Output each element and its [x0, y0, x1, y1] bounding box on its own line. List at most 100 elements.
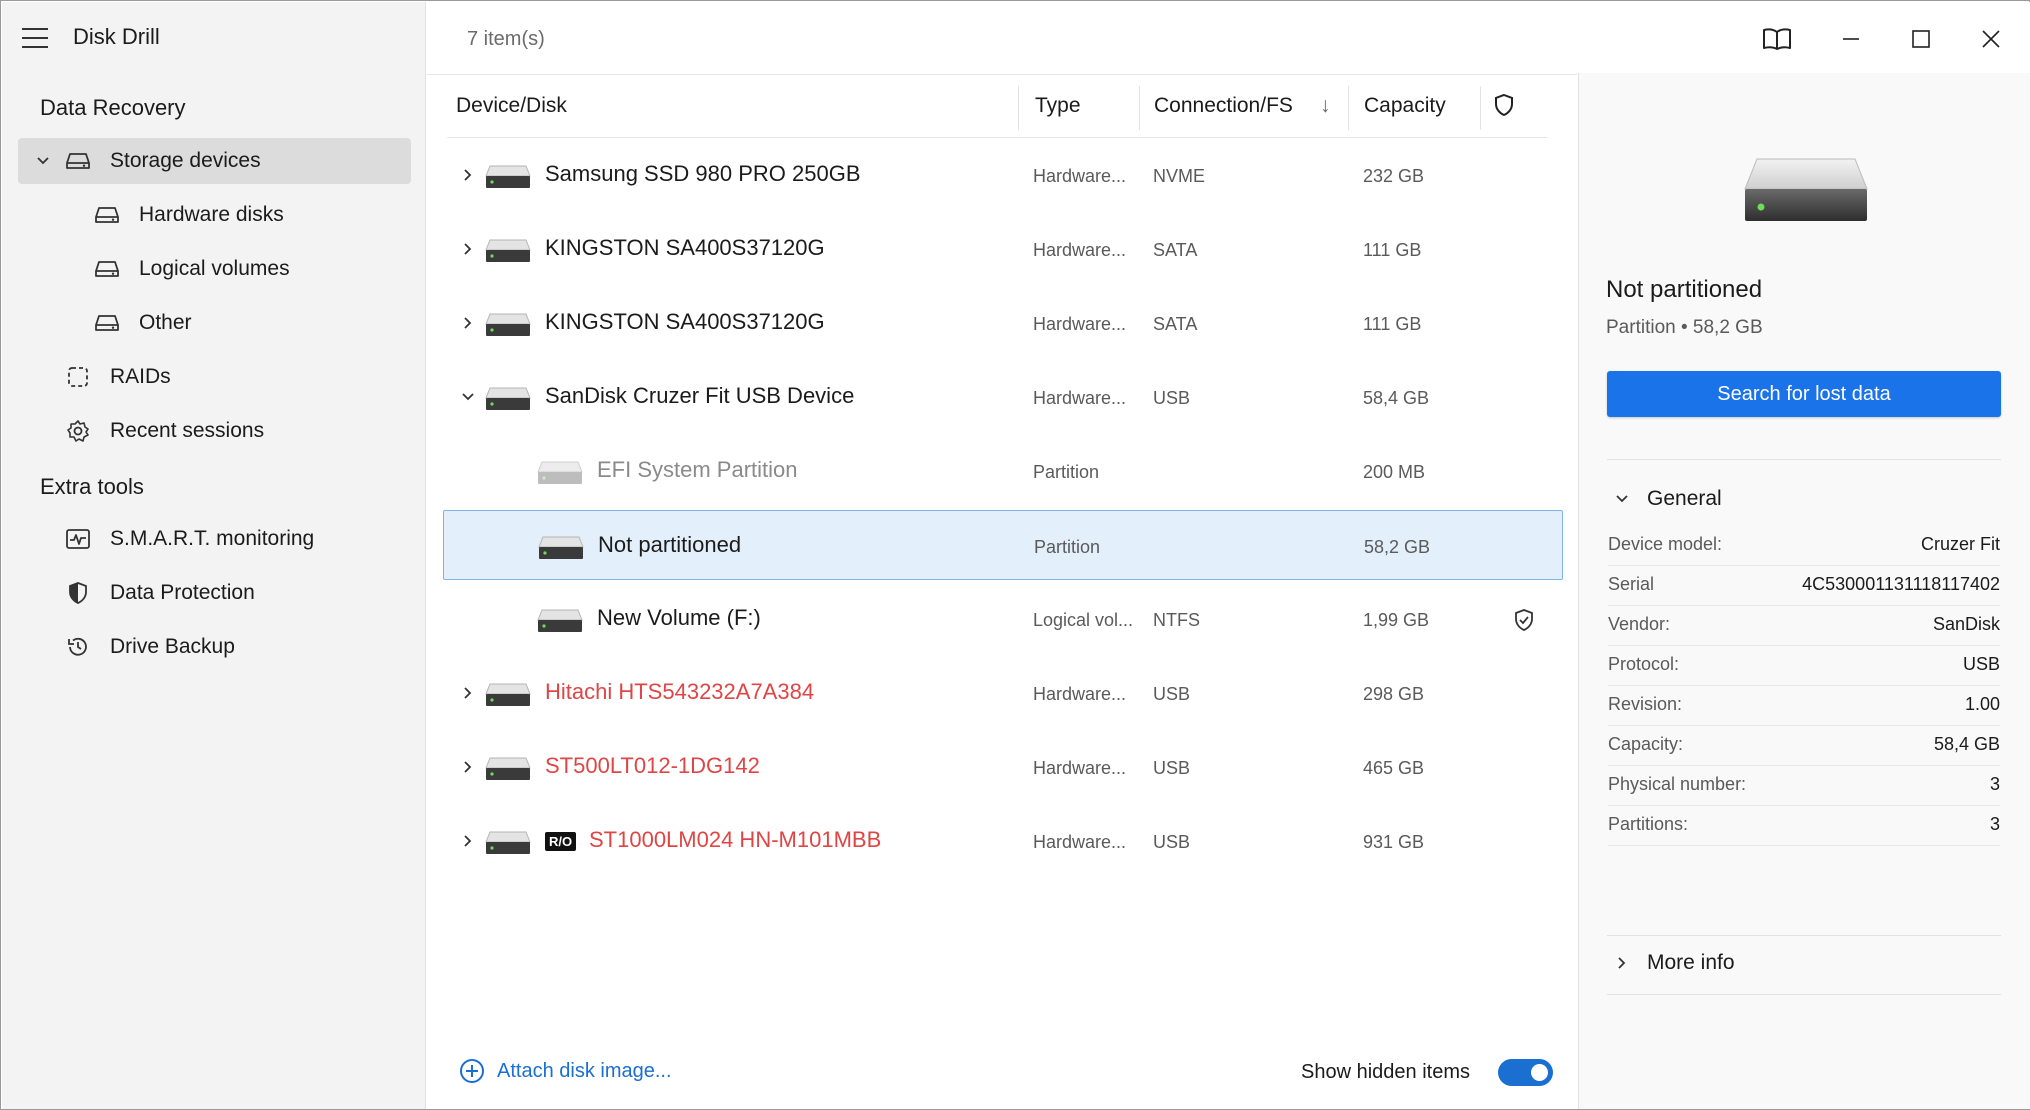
property-row: Revision: 1.00 [1608, 686, 2000, 726]
title-bar-controls [1578, 2, 2030, 73]
device-type: Partition [1033, 462, 1100, 482]
shield-check-icon [1513, 608, 1535, 637]
device-name: SanDisk Cruzer Fit USB Device [545, 383, 855, 408]
device-capacity: 465 GB [1363, 758, 1425, 778]
chevron-down-icon[interactable] [36, 154, 50, 168]
gear-icon [64, 417, 92, 445]
chevron-right-icon[interactable] [461, 686, 475, 700]
sidebar-item-smart-monitoring[interactable]: S.M.A.R.T. monitoring [18, 516, 411, 562]
drive-icon [93, 255, 121, 283]
column-header-device[interactable]: Device/Disk [456, 94, 567, 118]
drive-icon [485, 164, 531, 190]
property-value: 1.00 [1964, 694, 2000, 714]
chevron-down-icon[interactable] [461, 390, 475, 404]
device-type: Hardware... [1033, 240, 1127, 260]
divider [1607, 935, 2001, 936]
device-connection: NVME [1153, 166, 1206, 186]
book-icon[interactable] [1762, 24, 1792, 54]
chevron-right-icon[interactable] [461, 834, 475, 848]
sidebar-item-data-protection[interactable]: Data Protection [18, 570, 411, 616]
sidebar-item-recent-sessions[interactable]: Recent sessions [18, 408, 411, 454]
device-name: Samsung SSD 980 PRO 250GB [545, 161, 861, 186]
column-separator[interactable] [1018, 86, 1019, 130]
chevron-right-icon[interactable] [461, 168, 475, 182]
property-key: Capacity: [1608, 734, 1684, 754]
device-type: Hardware... [1033, 166, 1127, 186]
disk-image-icon [1743, 155, 1869, 225]
column-header-protection-shield-icon[interactable] [1493, 93, 1515, 122]
property-row: Device model: Cruzer Fit [1608, 526, 2000, 566]
sidebar-item-label: Recent sessions [110, 419, 265, 442]
table-row[interactable]: Samsung SSD 980 PRO 250GB Hardware... NVME… [443, 140, 1563, 210]
table-row[interactable]: KINGSTON SA400S37120G Hardware... SATA 111 … [443, 288, 1563, 358]
items-count: 7 item(s) [467, 28, 545, 50]
section-title-extra-tools: Extra tools [40, 474, 144, 499]
property-row: Vendor: SanDisk [1608, 606, 2000, 646]
sidebar-item-logical-volumes[interactable]: Logical volumes [18, 246, 411, 292]
device-type: Hardware... [1033, 388, 1127, 408]
chevron-right-icon[interactable] [461, 760, 475, 774]
chevron-right-icon[interactable] [461, 242, 475, 256]
drive-icon [64, 147, 92, 175]
device-name: KINGSTON SA400S37120G [545, 235, 825, 260]
device-connection: USB [1153, 388, 1191, 408]
device-capacity: 931 GB [1363, 832, 1425, 852]
column-separator[interactable] [1480, 86, 1481, 130]
table-row[interactable]: SanDisk Cruzer Fit USB Device Hardware...… [443, 362, 1563, 432]
device-name: ST500LT012-1DG142 [545, 753, 760, 778]
sidebar-item-label: RAIDs [110, 365, 171, 388]
column-header-type[interactable]: Type [1035, 94, 1081, 118]
drive-icon [485, 830, 531, 856]
device-capacity: 58,4 GB [1363, 388, 1430, 408]
general-section-toggle[interactable]: General [1615, 487, 1722, 511]
device-name: New Volume (F:) [597, 605, 761, 630]
column-separator[interactable] [1348, 86, 1349, 130]
sidebar-item-drive-backup[interactable]: Drive Backup [18, 624, 411, 670]
selected-item-subtitle: Partition • 58,2 GB [1606, 317, 1763, 338]
device-capacity: 232 GB [1363, 166, 1425, 186]
column-separator[interactable] [1139, 86, 1140, 130]
attach-disk-image-link[interactable]: Attach disk image... [459, 1058, 672, 1084]
table-row[interactable]: KINGSTON SA400S37120G Hardware... SATA 111 … [443, 214, 1563, 284]
property-value: USB [1962, 654, 2000, 674]
property-key: Revision: [1608, 694, 1683, 714]
sidebar-item-storage-devices[interactable]: Storage devices [18, 138, 411, 184]
table-row[interactable]: New Volume (F:) Logical vol... NTFS 1,99 GB [443, 584, 1563, 654]
sidebar-item-raids[interactable]: RAIDs [18, 354, 411, 400]
device-name: ST1000LM024 HN-M101MBB [589, 827, 882, 852]
table-row[interactable]: Not partitioned Partition 58,2 GB [443, 510, 1563, 580]
drive-icon [93, 201, 121, 229]
sidebar-item-hardware-disks[interactable]: Hardware disks [18, 192, 411, 238]
column-header-capacity[interactable]: Capacity [1364, 94, 1446, 118]
table-row[interactable]: ST500LT012-1DG142 Hardware... USB 465 GB [443, 732, 1563, 802]
property-value: 58,4 GB [1933, 734, 2000, 754]
sort-arrow-icon[interactable]: ↓ [1320, 94, 1331, 118]
property-row: Physical number: 3 [1608, 766, 2000, 806]
table-row[interactable]: R/O ST1000LM024 HN-M101MBB Hardware... USB 9… [443, 806, 1563, 876]
table-row[interactable]: EFI System Partition Partition 200 MB [443, 436, 1563, 506]
device-connection: SATA [1153, 314, 1198, 334]
property-value: SanDisk [1932, 614, 2000, 634]
drive-icon [485, 682, 531, 708]
search-for-lost-data-button[interactable]: Search for lost data [1607, 371, 2001, 417]
close-icon[interactable] [1976, 24, 2006, 54]
drive-icon [537, 460, 583, 486]
plus-circle-icon [460, 1059, 484, 1083]
more-info-toggle[interactable]: More info [1615, 951, 1735, 975]
device-capacity: 58,2 GB [1364, 537, 1431, 557]
device-type: Hardware... [1033, 832, 1127, 852]
minimize-icon[interactable] [1836, 24, 1866, 54]
chevron-right-icon[interactable] [461, 316, 475, 330]
sidebar-item-label: Storage devices [110, 149, 261, 172]
attach-disk-image-label: Attach disk image... [497, 1059, 672, 1082]
pulse-monitor-icon [64, 525, 92, 553]
maximize-icon[interactable] [1906, 24, 1936, 54]
column-header-connection[interactable]: Connection/FS [1154, 94, 1293, 118]
table-row[interactable]: Hitachi HTS543232A7A384 Hardware... USB 298… [443, 658, 1563, 728]
device-type: Logical vol... [1033, 610, 1134, 630]
device-capacity: 200 MB [1363, 462, 1426, 482]
sidebar-item-other[interactable]: Other [18, 300, 411, 346]
menu-icon[interactable] [22, 28, 48, 50]
device-name: KINGSTON SA400S37120G [545, 309, 825, 334]
show-hidden-items-toggle[interactable] [1498, 1059, 1553, 1086]
